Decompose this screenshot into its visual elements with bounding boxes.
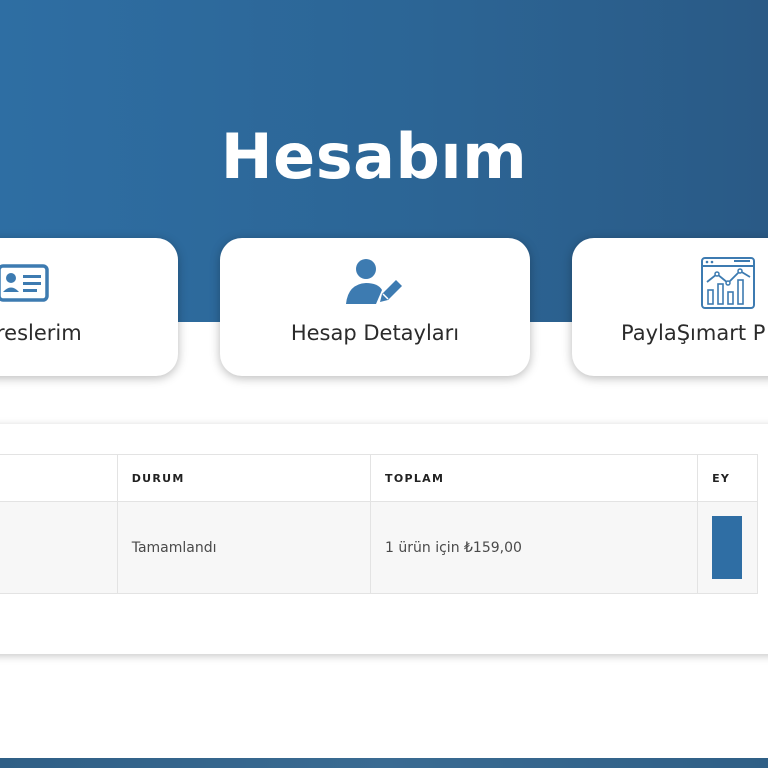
nav-card-label: PaylaŞımart P bbox=[621, 321, 766, 345]
header-actions: EY bbox=[697, 454, 758, 502]
account-page: Hesabım reslerim Hesap Detayları PaylaŞı… bbox=[0, 0, 768, 768]
header-order bbox=[0, 454, 118, 502]
order-status-cell: Tamamlandı bbox=[116, 501, 372, 594]
address-card-icon bbox=[0, 264, 49, 302]
nav-card-account-details[interactable]: Hesap Detayları bbox=[220, 238, 530, 376]
user-edit-icon bbox=[346, 259, 402, 304]
table-header-row: DURUM TOPLAM EY bbox=[0, 454, 758, 502]
page-title: Hesabım bbox=[220, 120, 528, 193]
footer-strip bbox=[0, 758, 768, 768]
header-total: TOPLAM bbox=[370, 454, 699, 502]
nav-card-affiliate[interactable]: PaylaŞımart P bbox=[572, 238, 768, 376]
nav-card-label: Hesap Detayları bbox=[290, 321, 460, 345]
nav-card-addresses[interactable]: reslerim bbox=[0, 238, 178, 376]
view-order-button[interactable] bbox=[712, 516, 743, 579]
order-number-cell bbox=[0, 501, 118, 594]
table-row: Tamamlandı 1 ürün için ₺159,00 bbox=[0, 501, 758, 594]
order-total-cell: 1 ürün için ₺159,00 bbox=[370, 501, 699, 594]
orders-table: DURUM TOPLAM EY Tamamlandı 1 ürün için ₺… bbox=[0, 454, 758, 594]
order-actions-cell bbox=[697, 501, 758, 594]
header-status: DURUM bbox=[116, 454, 372, 502]
analytics-chart-icon bbox=[701, 257, 755, 309]
